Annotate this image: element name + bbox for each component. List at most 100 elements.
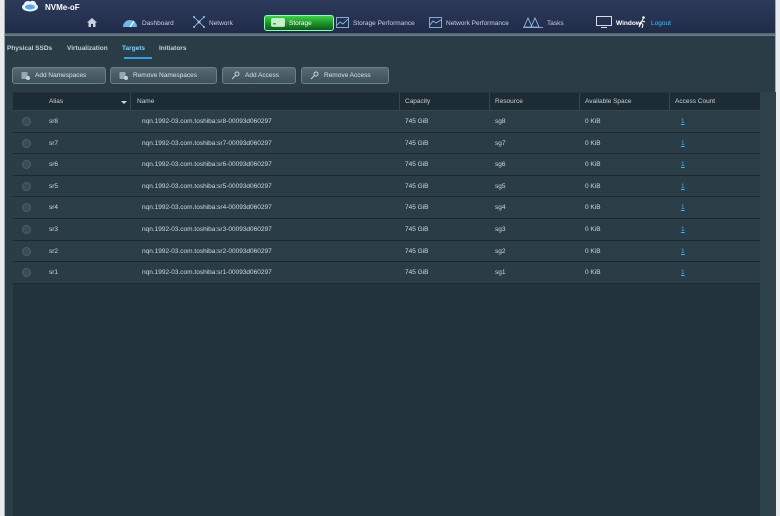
access-count-link[interactable]: 1 [681,226,685,233]
cell-alias: sr5 [49,182,59,190]
cell-available-space: 0 KiB [585,161,601,169]
targets-table: Alias Name Capacity Resource Available S… [13,92,760,516]
table-row[interactable]: sr7 nqn.1992-03.com.toshiba:sr7-00093d06… [13,132,760,155]
remove-namespaces-button[interactable]: Remove Namespaces [110,67,217,84]
col-alias[interactable]: Alias [49,98,63,105]
cell-name: nqn.1992-03.com.toshiba:sr6-00093d060297 [142,161,272,169]
cell-name: nqn.1992-03.com.toshiba:sr2-00093d060297 [142,247,272,255]
cell-capacity: 745 GiB [405,139,429,147]
col-name[interactable]: Name [137,98,154,105]
table-body: sr8 nqn.1992-03.com.toshiba:sr8-00093d06… [13,111,760,284]
row-select-radio[interactable] [22,181,31,191]
nav-storage-label: Storage [289,19,312,27]
access-count-link[interactable]: 1 [681,140,685,147]
col-divider [130,93,131,111]
table-row[interactable]: sr3 nqn.1992-03.com.toshiba:sr3-00093d06… [13,218,760,241]
network-icon [193,16,205,30]
cell-available-space: 0 KiB [585,225,601,233]
cell-alias: sr4 [49,204,59,212]
home-icon [87,17,97,29]
nav-tasks[interactable]: Tasks [523,15,564,31]
cell-alias: sr8 [49,118,59,125]
nav-home[interactable] [87,15,97,31]
cell-name: nqn.1992-03.com.toshiba:sr3-00093d060297 [142,225,272,233]
cell-capacity: 745 GiB [405,161,429,169]
row-select-radio[interactable] [22,160,31,170]
col-resource[interactable]: Resource [495,98,523,105]
nav-storage[interactable]: Storage [264,15,334,31]
logout-button[interactable]: Logout [638,15,671,31]
col-divider [399,93,400,111]
window-button[interactable]: Window [596,15,641,31]
col-available-space[interactable]: Available Space [585,98,632,105]
remove-access-label: Remove Access [324,72,371,79]
sub-tabs: Physical SSDs Virtualization Targets Ini… [5,38,775,60]
row-select-radio[interactable] [22,224,31,234]
cell-capacity: 745 GiB [405,269,429,277]
logout-label: Logout [651,19,671,27]
row-select-radio[interactable] [22,246,31,256]
brand: NVMe-oF [21,0,80,14]
table-row[interactable]: sr6 nqn.1992-03.com.toshiba:sr6-00093d06… [13,154,760,176]
table-header: Alias Name Capacity Resource Available S… [13,93,760,111]
nav-storage-performance[interactable]: Storage Performance [336,15,415,31]
active-tab-indicator [124,57,152,59]
nav-network-label: Network [209,19,233,27]
cell-resource: sg1 [495,269,506,277]
row-select-radio[interactable] [22,203,31,213]
sort-desc-icon[interactable] [121,101,127,104]
table-row[interactable]: sr5 nqn.1992-03.com.toshiba:sr5-00093d06… [13,175,760,198]
tab-physical-ssds[interactable]: Physical SSDs [7,45,52,52]
cell-name: nqn.1992-03.com.toshiba:sr4-00093d060297 [142,204,272,212]
table-row[interactable]: sr8 nqn.1992-03.com.toshiba:sr8-00093d06… [13,111,760,133]
tab-virtualization[interactable]: Virtualization [67,45,108,52]
add-namespaces-button[interactable]: Add Namespaces [12,67,106,84]
cell-alias: sr2 [49,247,59,255]
access-count-link[interactable]: 1 [681,269,685,276]
add-access-label: Add Access [245,72,279,79]
nav-dashboard-label: Dashboard [142,19,174,27]
key-remove-icon [310,71,319,80]
tab-initiators[interactable]: Initiators [159,45,186,52]
app-window: NVMe-oF Dashboard Network Storage Storag… [4,0,776,516]
cell-available-space: 0 KiB [585,118,601,125]
add-namespaces-label: Add Namespaces [35,72,87,79]
table-row[interactable]: sr4 nqn.1992-03.com.toshiba:sr4-00093d06… [13,197,760,219]
cell-resource: sg5 [495,182,506,190]
access-count-link[interactable]: 1 [681,204,685,211]
col-capacity[interactable]: Capacity [405,98,430,105]
nav-tasks-label: Tasks [547,19,564,27]
cell-resource: sg7 [495,139,506,147]
database-remove-icon [119,71,128,80]
key-add-icon [231,71,240,80]
toolbar: Add Namespaces Remove Namespaces Add Acc… [5,66,775,86]
row-select-radio[interactable] [22,138,31,148]
access-count-link[interactable]: 1 [681,183,685,190]
col-access-count[interactable]: Access Count [675,98,715,105]
remove-access-button[interactable]: Remove Access [301,67,389,84]
nav-storage-performance-label: Storage Performance [353,19,415,27]
nav-network[interactable]: Network [193,15,233,31]
col-divider [579,93,580,111]
row-select-radio[interactable] [22,268,31,278]
cell-available-space: 0 KiB [585,182,601,190]
gauge-icon [122,16,138,30]
add-access-button[interactable]: Add Access [222,67,296,84]
table-row[interactable]: sr2 nqn.1992-03.com.toshiba:sr2-00093d06… [13,240,760,263]
table-row[interactable]: sr1 nqn.1992-03.com.toshiba:sr1-00093d06… [13,262,760,284]
access-count-link[interactable]: 1 [681,118,685,125]
cell-available-space: 0 KiB [585,247,601,255]
cell-capacity: 745 GiB [405,118,429,125]
col-divider [669,93,670,111]
access-count-link[interactable]: 1 [681,248,685,255]
cell-capacity: 745 GiB [405,204,429,212]
nav-network-performance[interactable]: Network Performance [429,15,509,31]
cell-resource: sg4 [495,204,506,212]
row-select-radio[interactable] [22,117,31,126]
nav-dashboard[interactable]: Dashboard [122,15,174,31]
cell-name: nqn.1992-03.com.toshiba:sr8-00093d060297 [142,118,272,125]
tasks-icon [523,16,543,30]
access-count-link[interactable]: 1 [681,161,685,168]
cloud-logo-icon [21,0,39,14]
tab-targets[interactable]: Targets [122,45,145,52]
